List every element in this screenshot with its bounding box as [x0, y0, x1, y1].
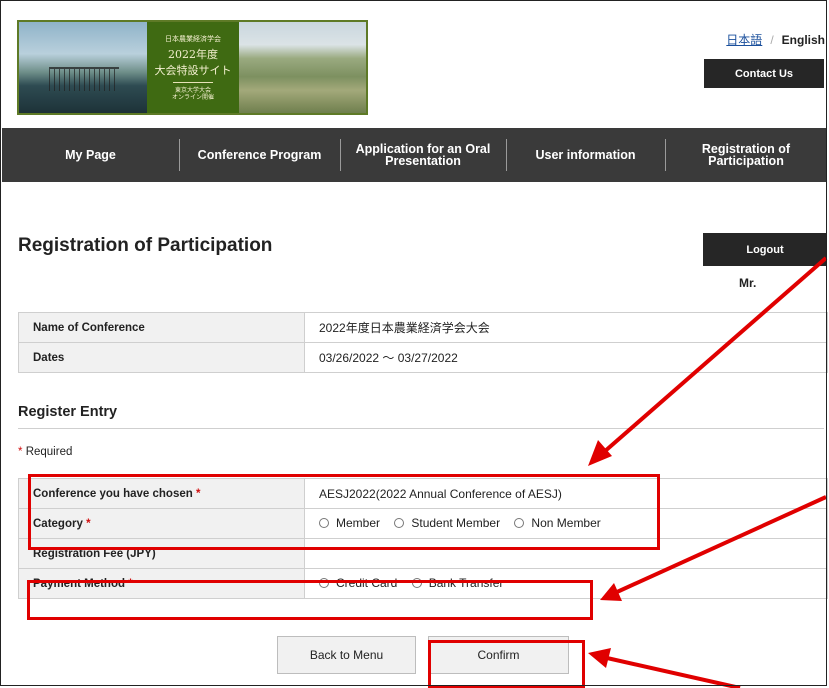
arrow-to-confirm-box	[588, 648, 741, 688]
arrow-to-payment-box	[600, 495, 827, 601]
annotation-arrows	[588, 256, 828, 688]
arrow-to-conference-box	[588, 256, 828, 466]
